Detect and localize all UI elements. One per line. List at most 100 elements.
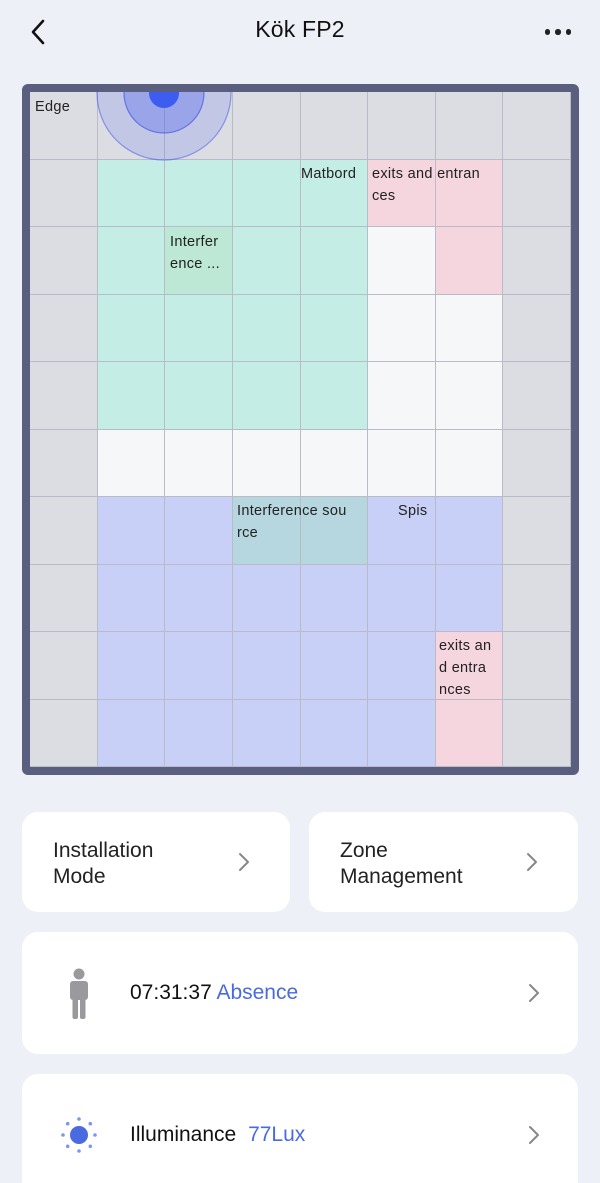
zone-cell-spis <box>97 632 166 700</box>
edge-cell <box>503 92 571 160</box>
zone-cell-matbord <box>232 159 301 227</box>
sun-icon <box>61 1117 97 1153</box>
edge-cell <box>30 362 98 430</box>
zone-cell-spis <box>97 497 166 565</box>
zone-cell-exits <box>435 159 504 227</box>
zone-cell-matbord <box>165 362 233 430</box>
chevron-right-icon <box>529 1126 539 1144</box>
zone-cell-spis <box>232 632 301 700</box>
zone-cell-spis <box>368 699 436 767</box>
zone-cell-spis <box>300 632 369 700</box>
zone-cell-spis <box>300 699 369 767</box>
zone-cell-interference <box>300 497 369 565</box>
presence-status: Absence <box>216 981 299 1004</box>
empty-cell <box>232 429 301 497</box>
edge-cell <box>30 92 98 160</box>
zone-cell-spis <box>97 699 166 767</box>
empty-cell <box>368 429 436 497</box>
zone-map: Edge Matbord exits and entran ces Interf… <box>22 84 579 775</box>
edge-cell <box>30 564 98 632</box>
empty-cell <box>300 429 369 497</box>
zone-cell-matbord <box>165 159 233 227</box>
edge-cell <box>503 632 571 700</box>
zone-grid[interactable]: Edge Matbord exits and entran ces Interf… <box>30 92 571 767</box>
presence-row[interactable]: 07:31:37 Absence <box>22 932 578 1054</box>
edge-cell <box>503 497 571 565</box>
empty-cell <box>165 429 233 497</box>
zone-cell-spis <box>368 497 436 565</box>
zone-management-label: Zone Management <box>340 839 463 888</box>
empty-cell <box>435 362 504 430</box>
zone-cell-matbord <box>232 362 301 430</box>
more-button[interactable] <box>540 18 576 46</box>
chevron-right-icon <box>527 853 537 871</box>
edge-cell <box>30 632 98 700</box>
presence-time: 07:31:37 <box>130 981 212 1004</box>
chevron-right-icon <box>239 853 249 871</box>
edge-cell <box>503 564 571 632</box>
empty-cell <box>435 429 504 497</box>
edge-cell <box>30 159 98 227</box>
zone-cell-matbord <box>300 159 369 227</box>
edge-cell <box>435 92 504 160</box>
edge-cell <box>300 92 369 160</box>
zone-cell-interference <box>232 497 301 565</box>
zone-cell-spis <box>232 564 301 632</box>
edge-cell <box>165 92 233 160</box>
edge-cell <box>368 92 436 160</box>
illuminance-label: Illuminance <box>130 1123 237 1146</box>
empty-cell <box>97 429 166 497</box>
zone-cell-matbord <box>97 294 166 362</box>
zone-cell-interference <box>165 227 233 295</box>
edge-cell <box>503 294 571 362</box>
person-icon <box>70 968 88 1019</box>
edge-cell <box>503 699 571 767</box>
zone-cell-spis <box>97 564 166 632</box>
zone-cell-matbord <box>300 294 369 362</box>
edge-cell <box>30 294 98 362</box>
zone-cell-spis <box>232 699 301 767</box>
zone-cell-spis <box>165 564 233 632</box>
edge-cell <box>503 362 571 430</box>
page-title: Kök FP2 <box>255 16 345 42</box>
zone-cell-matbord <box>232 227 301 295</box>
installation-mode-button[interactable]: Installation Mode <box>22 812 290 912</box>
zone-cell-matbord <box>97 227 166 295</box>
zone-cell-spis <box>165 699 233 767</box>
edge-cell <box>97 92 166 160</box>
edge-cell <box>503 227 571 295</box>
illuminance-row[interactable]: Illuminance 77Lux <box>22 1074 578 1183</box>
chevron-right-icon <box>529 984 539 1002</box>
empty-cell <box>435 294 504 362</box>
edge-cell <box>503 159 571 227</box>
edge-cell <box>30 497 98 565</box>
presence-text: 07:31:37 Absence <box>130 980 298 1006</box>
more-horizontal-icon <box>542 29 574 35</box>
edge-cell <box>30 429 98 497</box>
zone-cell-exits <box>368 159 436 227</box>
zone-cell-spis <box>435 497 504 565</box>
zone-cell-exits <box>435 699 504 767</box>
edge-cell <box>30 699 98 767</box>
header: Kök FP2 <box>0 0 600 64</box>
illuminance-text: Illuminance 77Lux <box>130 1122 305 1148</box>
installation-mode-label: Installation Mode <box>53 839 154 888</box>
zone-cell-spis <box>300 564 369 632</box>
zone-cell-matbord <box>300 362 369 430</box>
zone-cell-matbord <box>97 362 166 430</box>
illuminance-value: 77Lux <box>248 1123 306 1146</box>
zone-cell-spis <box>165 497 233 565</box>
zone-cell-exits <box>435 227 504 295</box>
edge-cell <box>30 227 98 295</box>
zone-cell-matbord <box>232 294 301 362</box>
zone-cell-matbord <box>300 227 369 295</box>
empty-cell <box>368 227 436 295</box>
zone-cell-spis <box>368 564 436 632</box>
zone-cell-spis <box>435 564 504 632</box>
zone-cell-exits <box>435 632 504 700</box>
empty-cell <box>368 294 436 362</box>
edge-cell <box>503 429 571 497</box>
zone-cell-matbord <box>97 159 166 227</box>
zone-management-button[interactable]: Zone Management <box>309 812 578 912</box>
zone-cell-spis <box>165 632 233 700</box>
